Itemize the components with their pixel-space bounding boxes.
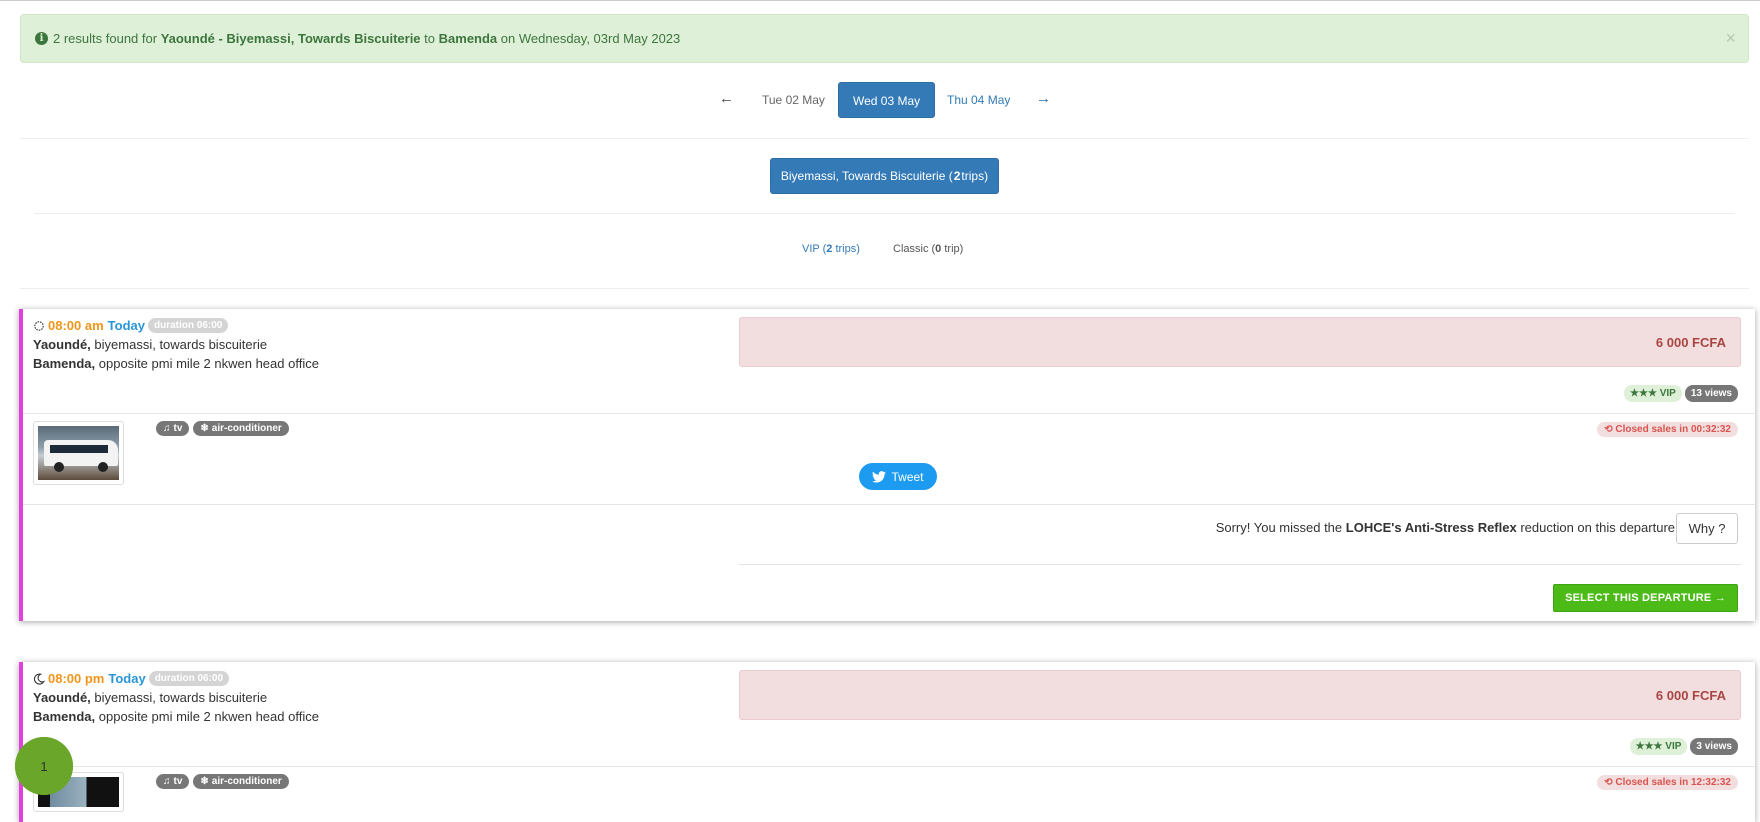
- class-badge: ★★★ VIP: [1624, 385, 1682, 402]
- class-badge: ★★★ VIP: [1629, 738, 1688, 755]
- why-button[interactable]: Why ?: [1676, 513, 1738, 544]
- sun-icon: [34, 320, 44, 331]
- stop-count: 2: [953, 169, 961, 183]
- trip-badges: ★★★ VIP 3 views: [1629, 738, 1738, 755]
- divider: [23, 766, 1755, 767]
- alert-destination: Bamenda: [438, 31, 498, 46]
- amenity-tv: ♫ tv: [156, 774, 190, 789]
- trip-duration: duration 06:00: [148, 671, 230, 686]
- divider: [34, 213, 1735, 214]
- trip-price: 6 000 FCFA: [739, 670, 1741, 720]
- top-divider: [0, 0, 1760, 1]
- amenity-air-conditioner: ❄ air-conditioner: [193, 421, 289, 436]
- trip-time-row: 08:00 am Today duration 06:00: [33, 318, 229, 333]
- date-prev-day[interactable]: Tue 02 May: [748, 82, 839, 118]
- info-icon: i: [35, 32, 48, 45]
- bus-image[interactable]: [33, 421, 124, 485]
- amenities: ♫ tv ❄ air-conditioner: [156, 421, 289, 436]
- date-current-day[interactable]: Wed 03 May: [838, 82, 936, 118]
- views-badge: 13 views: [1684, 385, 1738, 402]
- divider: [20, 138, 1749, 139]
- trip-day: Today: [108, 671, 146, 686]
- trip-origin: Yaoundé, biyemassi, towards biscuiterie: [33, 690, 268, 705]
- tweet-button[interactable]: Tweet: [859, 463, 937, 490]
- arrow-left-icon[interactable]: ←: [719, 90, 734, 107]
- trip-card: 08:00 pm Today duration 06:00 Yaoundé, b…: [19, 662, 1755, 822]
- closed-sales-badge: ⟲ Closed sales in 12:32:32: [1597, 775, 1738, 790]
- stop-suffix: trips): [961, 169, 989, 183]
- arrow-right-icon[interactable]: →: [1036, 90, 1051, 107]
- trip-day: Today: [107, 318, 145, 333]
- moon-icon: [33, 673, 45, 685]
- trip-duration: duration 06:00: [147, 318, 229, 333]
- snowflake-icon: ❄: [200, 776, 209, 787]
- tweet-label: Tweet: [891, 469, 924, 484]
- select-departure-button[interactable]: SELECT THIS DEPARTURE →: [1553, 584, 1738, 612]
- date-next-day[interactable]: Thu 04 May: [933, 82, 1024, 118]
- views-badge: 3 views: [1690, 738, 1738, 755]
- alert-to-word: to: [424, 31, 436, 46]
- amenity-air-conditioner: ❄ air-conditioner: [193, 774, 289, 789]
- trip-time: 08:00 am: [48, 318, 104, 333]
- closed-sales-badge: ⟲ Closed sales in 00:32:32: [1597, 422, 1738, 437]
- amenities: ♫ tv ❄ air-conditioner: [156, 774, 289, 789]
- chat-unread-badge: 1: [15, 737, 73, 795]
- snowflake-icon: ❄: [200, 423, 209, 434]
- trip-price: 6 000 FCFA: [739, 317, 1741, 367]
- missed-reduction-text: Sorry! You missed the LOHCE's Anti-Stres…: [1215, 520, 1675, 535]
- music-note-icon: ♫: [163, 776, 171, 787]
- stop-label: Biyemassi, Towards Biscuiterie (: [780, 169, 953, 183]
- tab-classic[interactable]: Classic (0 trip): [893, 243, 963, 255]
- music-note-icon: ♫: [163, 423, 171, 434]
- results-alert: i 2 results found for Yaoundé - Biyemass…: [20, 14, 1749, 63]
- date-navigation: ← Tue 02 May Wed 03 May Thu 04 May →: [0, 82, 1760, 118]
- divider: [20, 288, 1749, 289]
- divider: [23, 504, 1755, 505]
- departure-stop-button[interactable]: Biyemassi, Towards Biscuiterie (2 trips): [770, 158, 999, 194]
- amenity-tv: ♫ tv: [156, 421, 190, 436]
- alert-origin: Yaoundé - Biyemassi, Towards Biscuiterie: [160, 31, 421, 46]
- twitter-icon: [872, 470, 887, 483]
- trip-time-row: 08:00 pm Today duration 06:00: [33, 671, 230, 686]
- trip-time: 08:00 pm: [48, 671, 105, 686]
- trip-origin: Yaoundé, biyemassi, towards biscuiterie: [33, 337, 268, 352]
- divider: [23, 413, 1755, 414]
- close-icon[interactable]: ×: [1725, 28, 1736, 49]
- trip-badges: ★★★ VIP 13 views: [1624, 385, 1738, 402]
- alert-date-text: on Wednesday, 03rd May 2023: [500, 31, 681, 46]
- trip-destination: Bamenda, opposite pmi mile 2 nkwen head …: [33, 356, 319, 371]
- alert-count-text: 2 results found for: [53, 31, 158, 46]
- trip-destination: Bamenda, opposite pmi mile 2 nkwen head …: [33, 709, 319, 724]
- divider: [739, 564, 1741, 565]
- tab-vip[interactable]: VIP (2 trips): [802, 243, 860, 255]
